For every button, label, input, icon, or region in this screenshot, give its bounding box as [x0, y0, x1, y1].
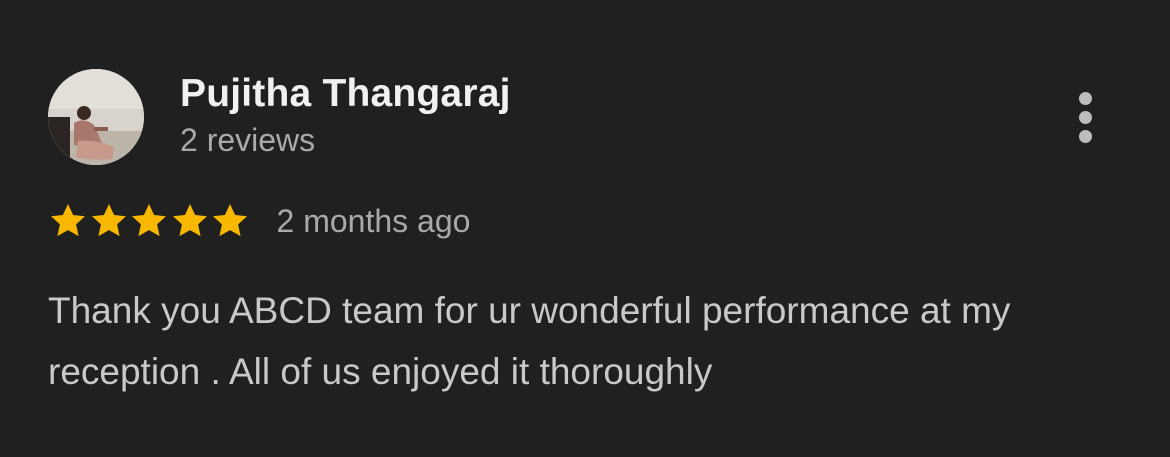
- star-icon: [51, 204, 85, 237]
- star-icon: [132, 204, 166, 237]
- review-card: Pujitha Thangaraj 2 reviews 2 months ago…: [0, 0, 1170, 457]
- star-icon: [172, 204, 207, 237]
- review-text: Thank you ABCD team for ur wonderful per…: [48, 290, 1011, 392]
- review-count[interactable]: 2 reviews: [180, 120, 315, 160]
- reviewer-name[interactable]: Pujitha Thangaraj: [180, 70, 511, 118]
- more-options-button[interactable]: [1064, 88, 1108, 148]
- user-photo-icon: [48, 69, 144, 165]
- rating-row: 2 months ago: [48, 198, 470, 244]
- star-icon: [213, 204, 247, 237]
- star-rating: [48, 201, 251, 241]
- review-time: 2 months ago: [276, 203, 471, 239]
- reviewer-avatar[interactable]: [48, 69, 144, 165]
- star-icon: [91, 204, 126, 237]
